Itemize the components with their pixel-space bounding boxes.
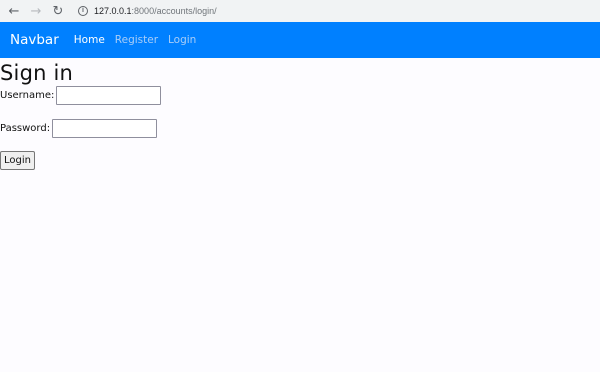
- forward-arrow-icon[interactable]: →: [26, 1, 46, 21]
- login-button[interactable]: Login: [0, 151, 35, 170]
- nav-link-register[interactable]: Register: [115, 34, 158, 46]
- page-title: Sign in: [0, 61, 74, 85]
- url-path: :8000/accounts/login/: [131, 6, 217, 16]
- back-arrow-icon[interactable]: ←: [4, 1, 24, 21]
- navbar-brand[interactable]: Navbar: [10, 32, 59, 48]
- browser-toolbar: ← → ↻ i 127.0.0.1 :8000/accounts/login/: [0, 0, 600, 22]
- navbar: Navbar Home Register Login: [0, 22, 600, 58]
- reload-icon[interactable]: ↻: [48, 1, 68, 21]
- address-bar[interactable]: i 127.0.0.1 :8000/accounts/login/: [78, 2, 600, 20]
- url-host: 127.0.0.1: [94, 6, 132, 16]
- username-label: Username:: [0, 90, 55, 101]
- username-row: Username:: [0, 86, 162, 105]
- nav-link-home[interactable]: Home: [74, 34, 105, 46]
- nav-link-login[interactable]: Login: [168, 34, 196, 46]
- username-input[interactable]: [56, 86, 162, 105]
- password-label: Password:: [0, 123, 51, 134]
- password-row: Password:: [0, 119, 158, 138]
- password-input[interactable]: [52, 119, 158, 138]
- info-icon[interactable]: i: [78, 6, 88, 16]
